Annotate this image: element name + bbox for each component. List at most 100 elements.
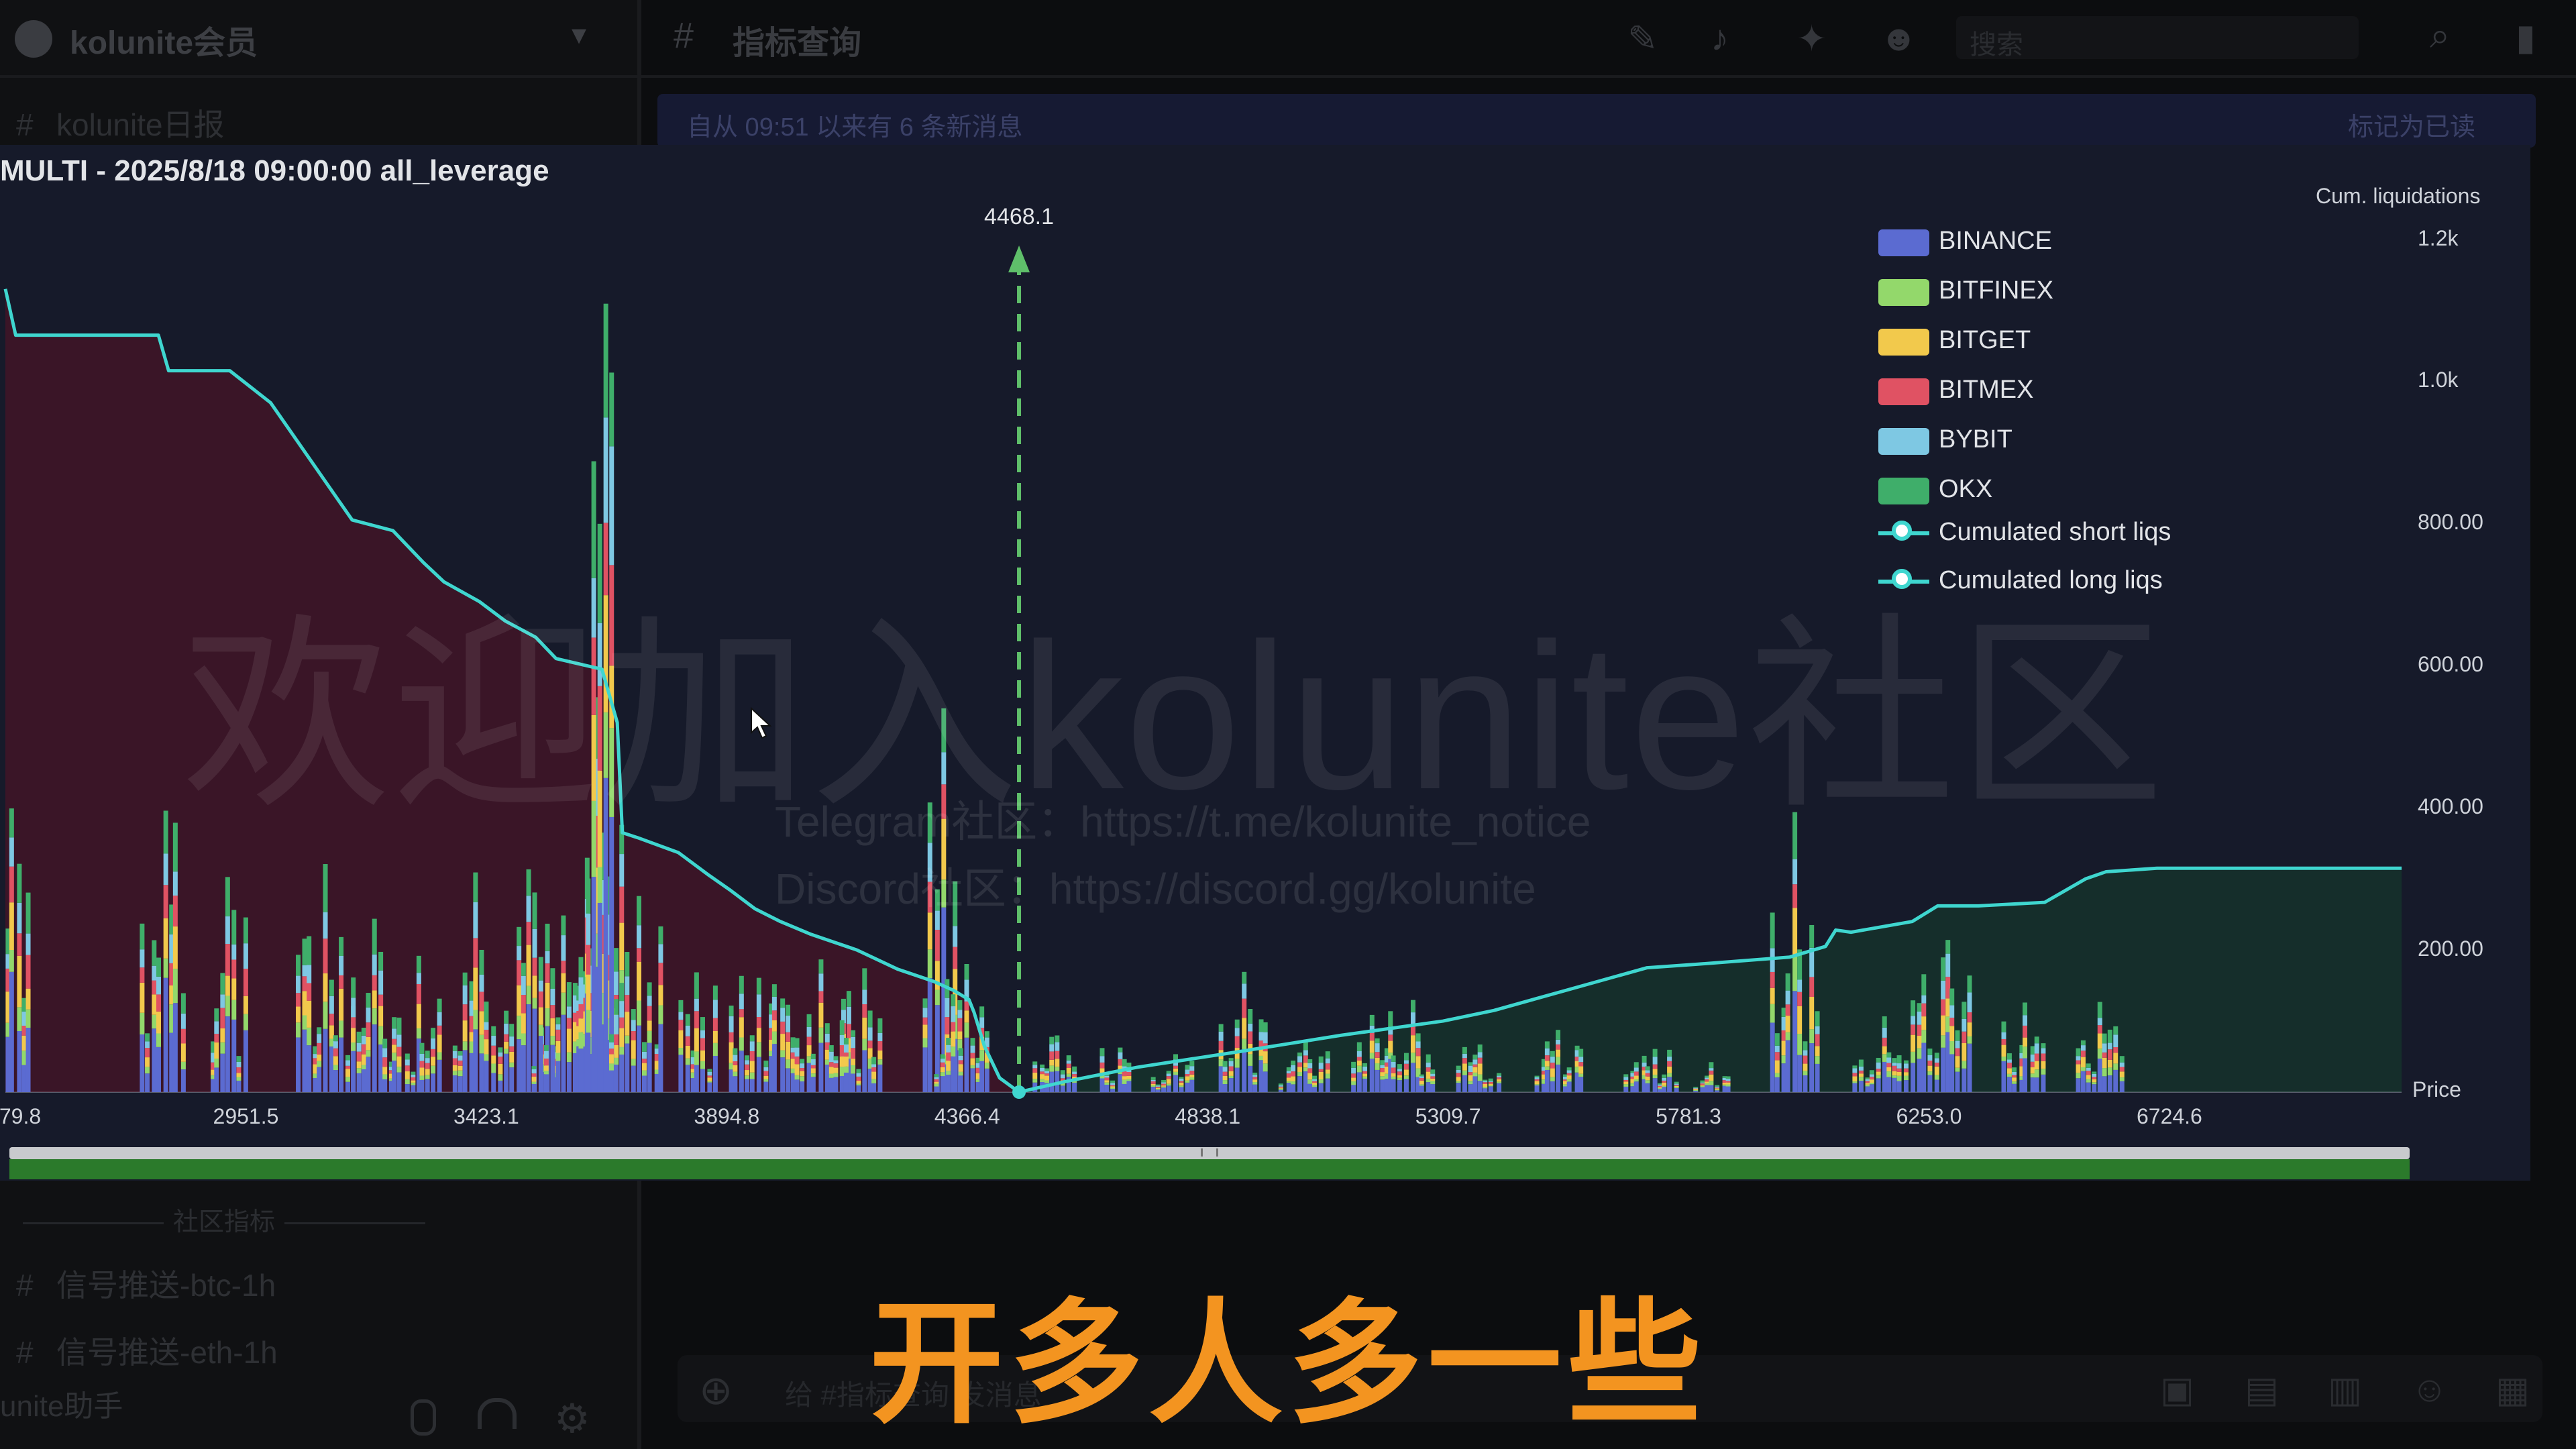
- liquidation-bar: [1419, 1077, 1424, 1081]
- liquidation-bar: [1657, 1084, 1662, 1086]
- thread-icon[interactable]: ✎: [1627, 17, 1658, 60]
- liquidation-bar: [979, 1017, 985, 1028]
- liquidation-bar: [1911, 1024, 1916, 1035]
- liquidation-bar: [172, 871, 178, 896]
- liquidation-bar: [1362, 1073, 1368, 1077]
- liquidation-bar: [1623, 1086, 1629, 1092]
- scroll-grip[interactable]: [1201, 1148, 1218, 1157]
- liquidation-bar: [970, 1068, 975, 1092]
- liquidation-bar: [405, 1071, 410, 1079]
- liquidation-bar: [871, 1057, 877, 1065]
- pin-icon[interactable]: ✦: [1796, 17, 1827, 60]
- liquidation-bar: [1351, 1061, 1356, 1068]
- liquidation-bar: [780, 998, 786, 1008]
- liquidation-bar: [538, 980, 543, 992]
- channel-daily[interactable]: # kolunite日报: [16, 101, 225, 145]
- server-header[interactable]: kolunite会员 ▾: [0, 0, 637, 78]
- liquidation-bar: [1934, 1079, 1939, 1092]
- liquidation-bar: [1218, 1024, 1224, 1032]
- chart-zoom-scrollbar[interactable]: [9, 1147, 2410, 1179]
- liquidation-bar: [1700, 1085, 1705, 1087]
- liquidation-bar: [867, 1010, 873, 1028]
- liquidation-bar: [1623, 1074, 1629, 1077]
- liquidation-bar: [1291, 1081, 1296, 1085]
- liquidation-bar: [771, 996, 777, 1011]
- liquidation-bar: [1252, 1082, 1258, 1085]
- liquidation-bar: [1700, 1085, 1705, 1086]
- liquidation-bar: [1122, 1059, 1127, 1067]
- liquidation-bar: [555, 1053, 561, 1061]
- liquidation-bar: [824, 1033, 830, 1042]
- liquidation-bar: [1430, 1069, 1436, 1074]
- liquidation-bar: [780, 1008, 786, 1022]
- liquidation-bar: [1126, 1081, 1132, 1092]
- liquidation-bar: [1949, 1026, 1955, 1041]
- members-icon[interactable]: ☻: [1880, 17, 1918, 59]
- liquidation-bar: [1173, 1071, 1179, 1075]
- liquidation-bar: [945, 1017, 950, 1034]
- liquidation-bar: [678, 1055, 684, 1092]
- liquidation-bar: [521, 1045, 526, 1092]
- liquidation-bar: [806, 1045, 812, 1057]
- liquidation-bar: [1456, 1083, 1461, 1092]
- liquidation-bar: [1155, 1084, 1161, 1086]
- liquidation-bar: [2102, 1033, 2107, 1044]
- liquidation-bar: [345, 1065, 350, 1069]
- liquidation-bar: [1388, 1040, 1393, 1053]
- liquidation-bar: [2030, 1046, 2035, 1055]
- liquidation-bar: [333, 1041, 338, 1049]
- liquidation-bar: [372, 1008, 377, 1025]
- liquidation-bar: [509, 1036, 515, 1046]
- category-community[interactable]: 社区指标: [13, 1201, 435, 1238]
- liquidation-bar: [790, 1047, 796, 1053]
- liquidation-bar: [970, 1053, 975, 1059]
- liquidation-bar: [1122, 1083, 1127, 1092]
- liquidation-bar: [1222, 1067, 1228, 1072]
- liquidation-bar: [678, 1020, 684, 1030]
- liquidation-bar: [642, 1059, 647, 1063]
- mark-read-button[interactable]: 标记为已读: [2348, 106, 2475, 143]
- liquidation-bar: [1179, 1087, 1184, 1092]
- liquidation-bar: [1242, 971, 1247, 984]
- liquidation-bar: [458, 1060, 463, 1066]
- liquidation-bar: [2107, 1042, 2112, 1050]
- liquidation-bar: [366, 993, 371, 1008]
- liquidation-bar: [9, 950, 14, 972]
- liquidation-bar: [1792, 884, 1798, 908]
- liquidation-bar: [396, 1034, 402, 1047]
- search-input[interactable]: 搜索: [1956, 16, 2359, 60]
- mute-icon[interactable]: ♪: [1711, 17, 1729, 59]
- liquidation-bar: [372, 918, 377, 955]
- liquidation-bar: [437, 998, 442, 1012]
- liquidation-bar: [1055, 1042, 1060, 1051]
- liquidation-bar: [951, 1046, 956, 1057]
- liquidation-bar: [1662, 1087, 1667, 1092]
- liquidation-bar: [25, 1009, 31, 1028]
- chevron-down-icon[interactable]: ▾: [572, 17, 586, 52]
- liquidation-bar: [794, 1079, 800, 1092]
- liquidation-bar: [1228, 1075, 1234, 1079]
- inbox-icon[interactable]: ▮: [2516, 16, 2536, 58]
- liquidation-bar: [1934, 1058, 1939, 1063]
- liquidation-bar: [647, 982, 652, 996]
- legend-swatch: [1878, 229, 1929, 256]
- liquidation-bar: [744, 1064, 749, 1071]
- liquidation-bar: [631, 1009, 636, 1020]
- liquidation-bar: [361, 1065, 366, 1069]
- liquidation-bar: [749, 1035, 755, 1042]
- liquidation-bar: [437, 1052, 442, 1060]
- new-messages-banner[interactable]: 自从 09:51 以来有 6 条新消息 标记为已读: [657, 94, 2536, 148]
- liquidation-bar: [824, 1059, 830, 1065]
- liquidation-bar: [366, 1036, 371, 1051]
- liquidation-bar: [1118, 1047, 1123, 1053]
- liquidation-bar: [1962, 1002, 1967, 1019]
- liquidation-bar: [1155, 1086, 1161, 1088]
- liquidation-bar: [1652, 1078, 1658, 1092]
- liquidation-bar: [1652, 1049, 1658, 1057]
- liquidation-bar: [2041, 1074, 2046, 1092]
- liquidation-bar: [1781, 1030, 1786, 1041]
- scroll-range[interactable]: [9, 1159, 2410, 1179]
- liquidation-bar: [694, 1028, 699, 1052]
- search-icon[interactable]: ⌕: [2430, 15, 2450, 57]
- liquidation-bar: [1218, 1066, 1224, 1092]
